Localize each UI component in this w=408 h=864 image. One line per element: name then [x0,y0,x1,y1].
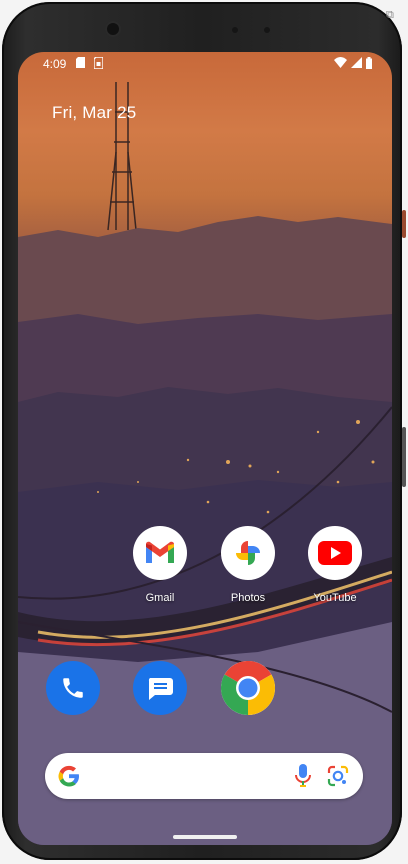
app-photos[interactable]: Photos [213,526,283,604]
battery-icon [366,57,372,69]
signal-icon [351,57,362,68]
phone-frame: ⧉ 4:09 Fri, Mar 25 Gmail Photos YouTube [2,2,406,860]
gesture-navigation-handle[interactable] [173,835,237,839]
date-widget[interactable]: Fri, Mar 25 [52,103,136,123]
google-search-bar[interactable] [45,753,363,799]
status-bar: 4:09 [18,52,392,76]
sensor [232,27,238,33]
phone-icon[interactable] [46,661,100,715]
volume-button [402,427,406,487]
app-label: YouTube [313,592,357,604]
clock: 4:09 [43,57,67,71]
home-screen: 4:09 Fri, Mar 25 Gmail Photos YouTube [18,52,392,845]
wallpaper [18,82,392,845]
youtube-icon [308,526,362,580]
gmail-icon [133,526,187,580]
app-label: Gmail [145,592,175,604]
app-gmail[interactable]: Gmail [125,526,195,604]
photos-icon [221,526,275,580]
rotate-screen-icon: ⧉ [386,8,394,21]
sensor [264,27,270,33]
sim-icon [94,57,103,69]
microphone-icon[interactable] [295,764,311,788]
google-lens-icon[interactable] [327,765,349,787]
messages-icon[interactable] [133,661,187,715]
app-label: Photos [230,592,266,604]
app-youtube[interactable]: YouTube [300,526,370,604]
wifi-icon [334,57,347,68]
sd-card-icon [76,57,85,68]
chrome-icon[interactable] [221,661,275,715]
front-camera [107,23,119,35]
power-button [402,210,406,238]
google-g-icon [58,765,79,787]
